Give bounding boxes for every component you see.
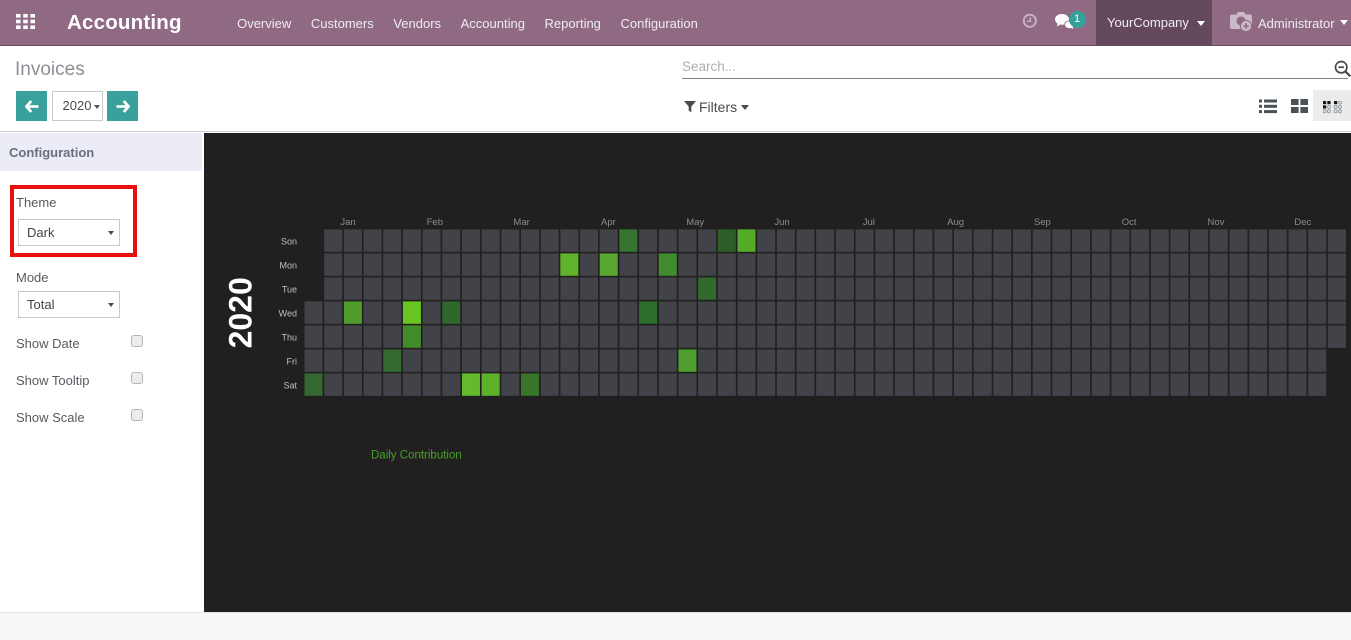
svg-text:Son: Son [281,236,297,246]
svg-text:Mar: Mar [513,217,529,228]
svg-text:Fri: Fri [287,356,298,366]
svg-text:2020: 2020 [223,277,259,348]
svg-text:Mon: Mon [279,260,297,270]
svg-text:Sat: Sat [283,380,297,390]
svg-text:May: May [686,217,704,228]
svg-text:Wed: Wed [279,308,297,318]
svg-text:Aug: Aug [947,217,964,228]
svg-text:Jan: Jan [340,217,355,228]
svg-text:Tue: Tue [282,284,297,294]
svg-text:Jun: Jun [774,217,789,228]
svg-text:Sep: Sep [1034,217,1051,228]
svg-text:Jul: Jul [863,217,875,228]
svg-text:Feb: Feb [427,217,443,228]
svg-text:Daily Contribution: Daily Contribution [371,449,462,461]
svg-text:Dec: Dec [1294,217,1311,228]
svg-text:Nov: Nov [1208,217,1225,228]
svg-text:Oct: Oct [1122,217,1137,228]
svg-text:Apr: Apr [601,217,616,228]
svg-text:Thu: Thu [281,332,297,342]
